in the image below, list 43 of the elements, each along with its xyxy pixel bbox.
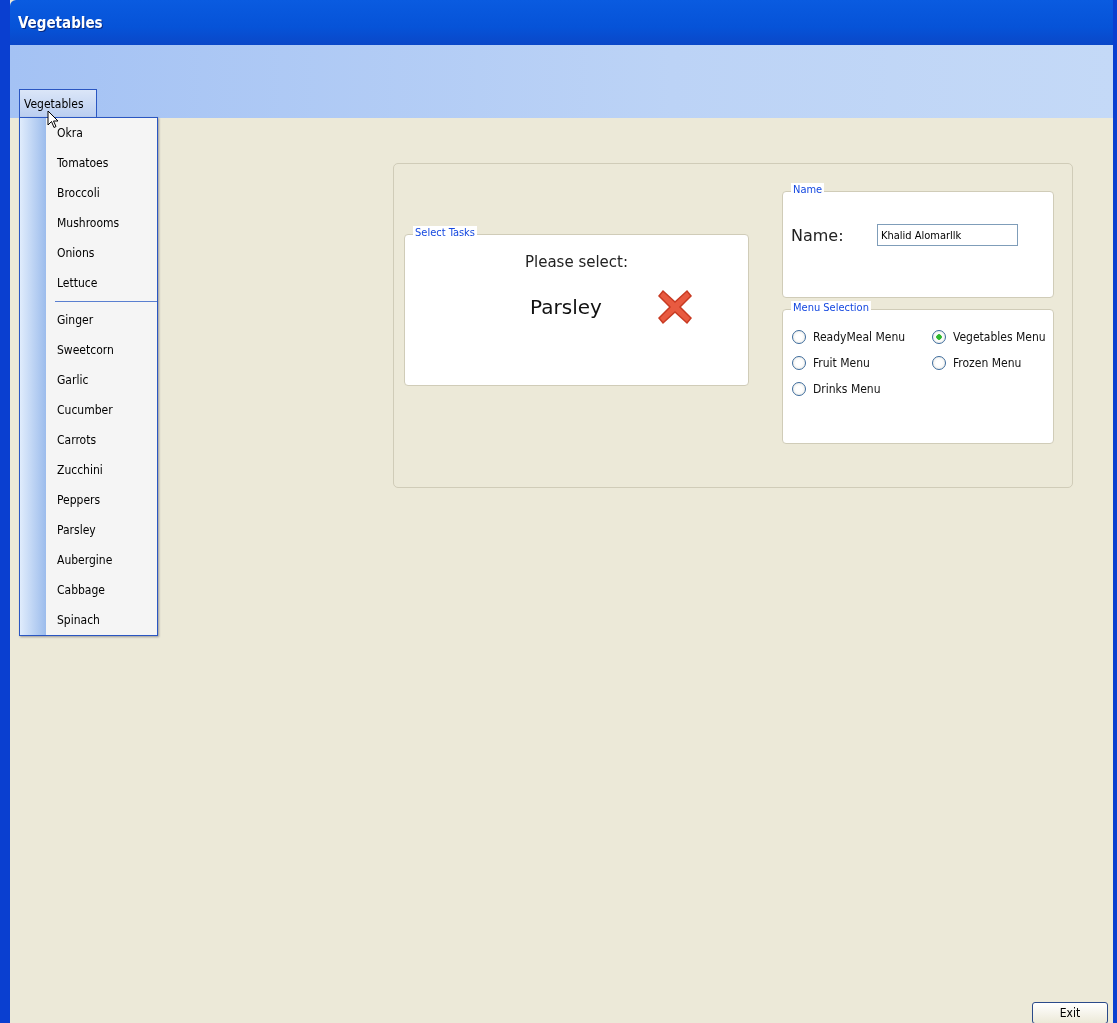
menu-item[interactable]: Peppers — [20, 485, 157, 515]
selected-item: Parsley — [530, 295, 602, 319]
radio-option[interactable]: ReadyMeal Menu — [792, 330, 932, 344]
menu-item[interactable]: Okra — [20, 118, 157, 148]
name-label: Name: — [791, 225, 845, 245]
radio-icon[interactable] — [792, 330, 806, 344]
radio-option[interactable]: Fruit Menu — [792, 356, 932, 370]
exit-button[interactable]: Exit — [1032, 1002, 1108, 1023]
menu-item[interactable]: Zucchini — [20, 455, 157, 485]
group-title: Select Tasks — [413, 226, 477, 239]
menu-item[interactable]: Garlic — [20, 365, 157, 395]
menu-item[interactable]: Onions — [20, 238, 157, 268]
radio-icon[interactable] — [792, 382, 806, 396]
menu-tab[interactable]: Vegetables — [19, 89, 97, 118]
radio-label: ReadyMeal Menu — [813, 330, 906, 344]
radio-option[interactable]: Frozen Menu — [932, 356, 1052, 370]
menu-item[interactable]: Parsley — [20, 515, 157, 545]
radio-label: Vegetables Menu — [953, 330, 1046, 344]
menu-item[interactable]: Lettuce — [20, 268, 157, 298]
window-title: Vegetables — [18, 13, 103, 32]
menu-item[interactable]: Mushrooms — [20, 208, 157, 238]
menu-item[interactable]: Broccoli — [20, 178, 157, 208]
menu-item[interactable]: Cabbage — [20, 575, 157, 605]
radio-icon[interactable] — [932, 330, 946, 344]
radio-option[interactable]: Drinks Menu — [792, 382, 932, 396]
menu-item[interactable]: Sweetcorn — [20, 335, 157, 365]
radio-label: Drinks Menu — [813, 382, 881, 396]
menu-item[interactable]: Tomatoes — [20, 148, 157, 178]
radio-icon[interactable] — [792, 356, 806, 370]
radio-option[interactable]: Vegetables Menu — [932, 330, 1052, 344]
menu-item[interactable]: Aubergine — [20, 545, 157, 575]
radio-icon[interactable] — [932, 356, 946, 370]
menu-item[interactable]: Ginger — [20, 305, 157, 335]
close-icon — [656, 287, 693, 327]
menu-item[interactable]: Carrots — [20, 425, 157, 455]
group-title: Menu Selection — [791, 301, 871, 314]
menu-item[interactable]: Spinach — [20, 605, 157, 635]
menu-item[interactable]: Cucumber — [20, 395, 157, 425]
group-title: Name — [791, 183, 825, 196]
prompt-text: Please select: — [523, 253, 630, 271]
radio-label: Frozen Menu — [953, 356, 1022, 370]
name-field[interactable]: Khalid Alomarllk — [877, 224, 1018, 246]
radio-label: Fruit Menu — [813, 356, 870, 370]
